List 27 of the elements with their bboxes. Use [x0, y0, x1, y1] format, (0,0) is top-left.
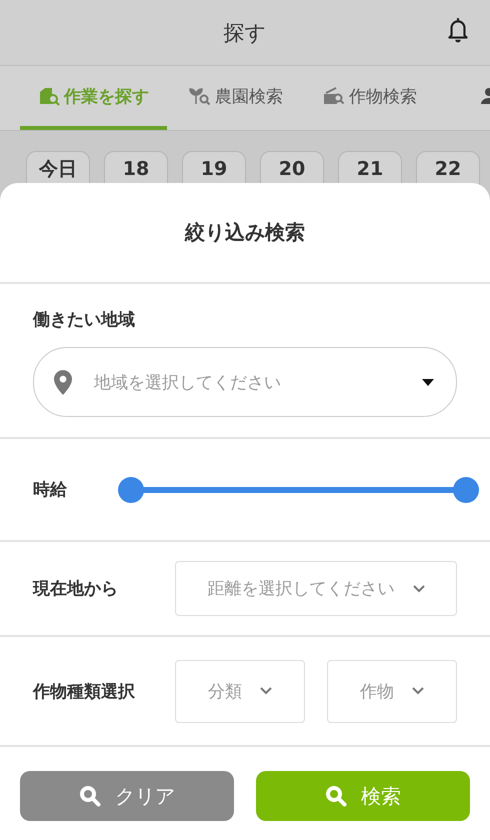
crop-select[interactable]: 作物 — [327, 660, 457, 722]
field-label: 時給 — [33, 479, 67, 501]
screen-title: 探す — [224, 20, 266, 46]
slider-handle[interactable] — [118, 476, 144, 502]
tab[interactable]: 農園検索 — [171, 66, 301, 130]
dropdown-caret-icon — [422, 378, 434, 386]
chevron-down-icon — [412, 687, 424, 695]
chevron-down-icon — [260, 687, 272, 695]
search-icon — [79, 785, 101, 807]
search-icon — [38, 86, 60, 106]
slider-handle[interactable] — [453, 476, 479, 502]
region-select[interactable]: 地域を選択してください — [33, 347, 457, 417]
sheet-title: 絞り込み検索 — [0, 183, 490, 284]
crop-select[interactable]: 分類 — [175, 660, 305, 722]
person-icon — [480, 86, 490, 106]
search-icon — [325, 785, 347, 807]
field-label: 働きたい地域 — [33, 309, 135, 331]
sprout-search-icon — [189, 86, 211, 106]
location-pin-icon — [54, 370, 72, 394]
tab[interactable]: 作物検索 — [305, 66, 435, 130]
clear-button[interactable]: クリア — [20, 771, 234, 821]
wage-range-slider[interactable] — [118, 476, 479, 504]
distance-select[interactable]: 距離を選択してください — [175, 561, 457, 616]
field-label: 現在地から — [33, 578, 118, 600]
field-label: 作物種類選択 — [33, 680, 135, 702]
crate-search-icon — [323, 86, 345, 106]
chevron-down-icon — [412, 584, 424, 592]
